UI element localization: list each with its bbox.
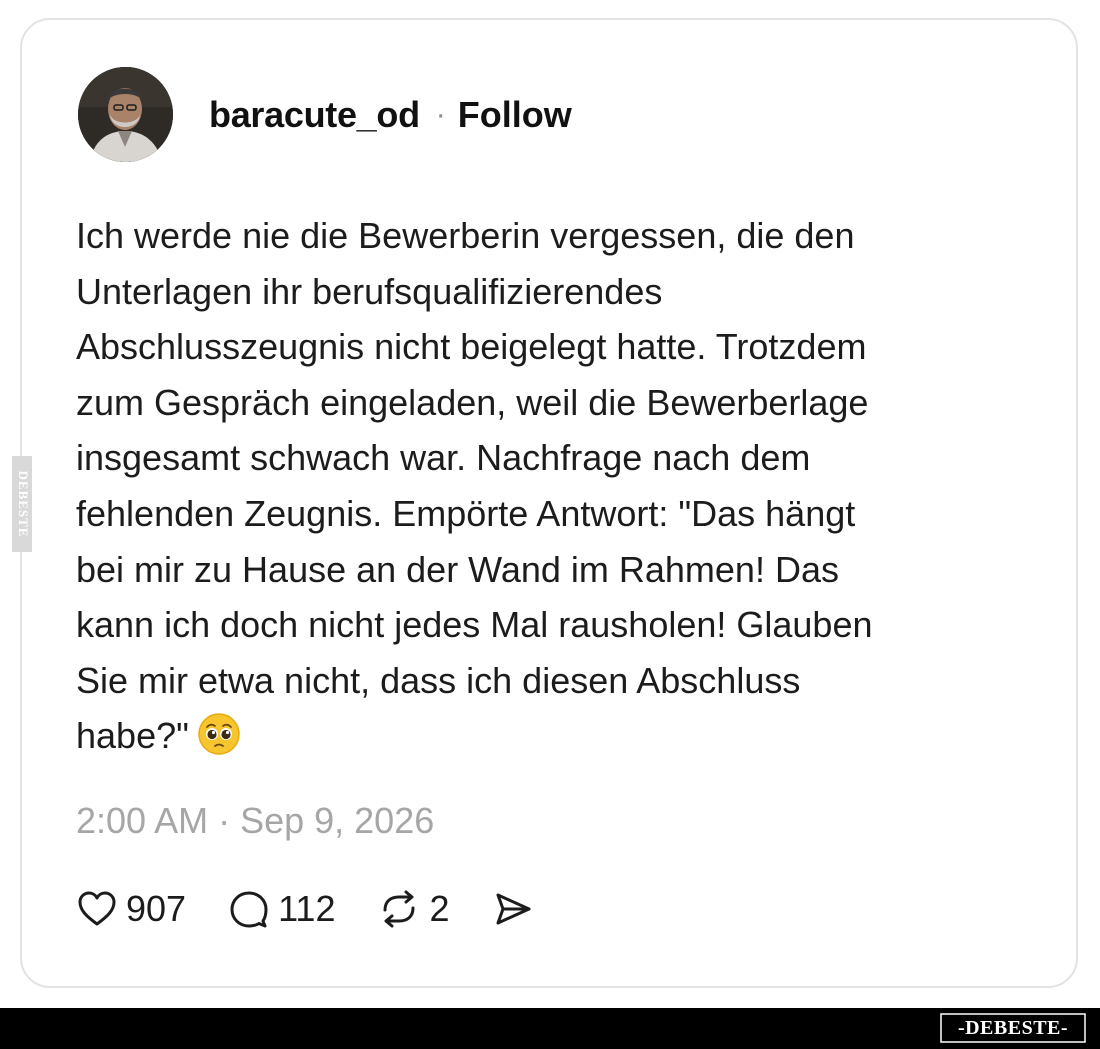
heart-icon [76,888,118,930]
post-actions: 907 112 2 [76,888,576,930]
repost-button[interactable]: 2 [377,888,450,930]
avatar-image [78,67,173,162]
comment-button[interactable]: 112 [228,888,335,930]
comment-count: 112 [278,888,336,929]
side-watermark: DEBESTE [12,456,32,552]
like-count: 907 [126,888,187,929]
follow-button[interactable]: Follow [458,94,572,136]
like-button[interactable]: 907 [76,888,186,930]
header-separator: · [435,97,446,131]
svg-text:-DEBESTE-: -DEBESTE- [958,1017,1068,1039]
post-body: Ich werde nie die Bewerberin vergessen, … [76,208,1036,764]
share-button[interactable] [492,888,534,930]
debeste-logo: -DEBESTE- [940,1013,1086,1043]
pleading-face-emoji-icon [197,712,241,756]
avatar[interactable] [78,67,173,162]
post-card: baracute_od · Follow Ich werde nie die B… [20,18,1078,988]
post-timestamp[interactable]: 2:00 AM · Sep 9, 2026 [76,800,434,842]
share-icon [492,888,534,930]
post-header: baracute_od · Follow [78,67,572,162]
author-username[interactable]: baracute_od [209,94,420,136]
footer-bar: -DEBESTE- [0,1008,1100,1049]
side-watermark-logo: DEBESTE [16,471,31,538]
repost-count: 2 [429,888,450,929]
post-text: Ich werde nie die Bewerberin vergessen, … [76,215,873,757]
comment-icon [228,888,270,930]
repost-icon [377,888,421,930]
svg-text:DEBESTE: DEBESTE [16,471,31,538]
